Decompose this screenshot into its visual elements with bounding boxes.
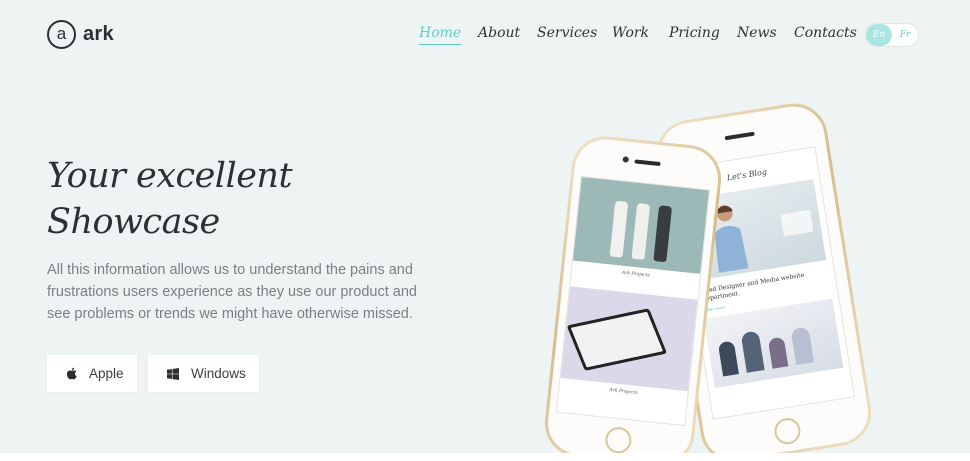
nav-home[interactable]: Home	[419, 25, 462, 45]
apple-button-label: Apple	[89, 366, 124, 381]
project-image-tablet	[560, 286, 698, 392]
phones-mockup: Let's Blog Lead Designer and Media websi…	[530, 98, 877, 461]
lang-fr[interactable]: Fr	[892, 24, 918, 46]
main-nav: Home About Services Work Pricing News Co…	[0, 25, 970, 47]
windows-button-label: Windows	[191, 366, 246, 381]
nav-work[interactable]: Work	[612, 25, 649, 41]
nav-services[interactable]: Services	[537, 25, 597, 41]
nav-news[interactable]: News	[737, 25, 777, 41]
hero-description: All this information allows us to unders…	[47, 262, 417, 322]
blog-image-meeting	[703, 298, 844, 388]
nav-pricing[interactable]: Pricing	[669, 25, 720, 41]
windows-button[interactable]: Windows	[148, 355, 259, 392]
nav-contacts[interactable]: Contacts	[794, 25, 857, 41]
hero-title-line1: Your excellent	[47, 156, 293, 196]
nav-about[interactable]: About	[478, 25, 520, 41]
lang-en[interactable]: En	[866, 24, 892, 46]
apple-icon	[66, 367, 77, 380]
apple-button[interactable]: Apple	[47, 355, 137, 392]
projects-screen: Ark Projects Ark Projects	[555, 175, 711, 427]
project-image-bottles	[572, 176, 709, 274]
hero-title-line2: Showcase	[47, 202, 220, 242]
section-divider	[0, 453, 970, 461]
windows-icon	[167, 367, 179, 380]
language-switcher: En Fr	[865, 23, 919, 47]
hero-title: Your excellent Showcase	[47, 153, 293, 245]
